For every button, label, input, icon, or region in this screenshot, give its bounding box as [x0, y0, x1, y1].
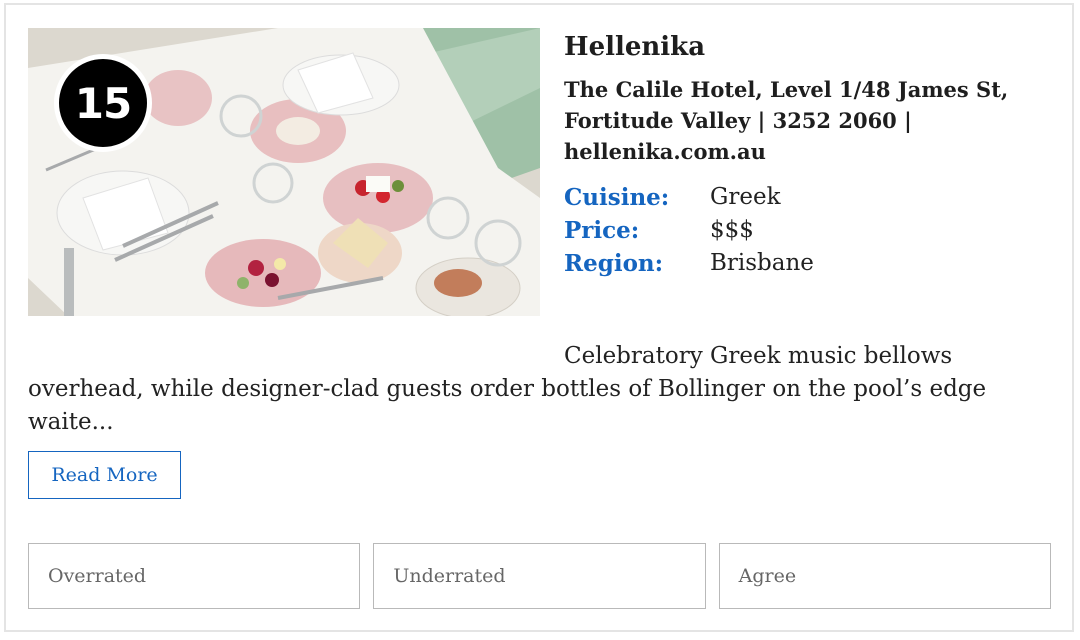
detail-cuisine-label: Cuisine: — [564, 184, 670, 211]
read-more-button[interactable]: Read More — [28, 451, 181, 499]
underrated-button[interactable]: Underrated — [373, 543, 706, 609]
detail-region-value: Brisbane — [710, 250, 814, 276]
restaurant-details: Cuisine: Greek Price: $$$ Region: Brisba… — [564, 181, 1034, 280]
detail-region-label: Region: — [564, 250, 664, 277]
restaurant-address: The Calile Hotel, Level 1/48 James St, F… — [564, 77, 1009, 164]
agree-button[interactable]: Agree — [718, 543, 1051, 609]
detail-cuisine-value: Greek — [710, 184, 781, 210]
detail-cuisine: Cuisine: Greek — [564, 181, 1034, 214]
detail-price-value: $$$ — [710, 217, 754, 243]
vote-options: Overrated Underrated Agree — [28, 543, 1051, 609]
overrated-button[interactable]: Overrated — [28, 543, 361, 609]
detail-price-label: Price: — [564, 217, 640, 244]
restaurant-blurb: Celebratory Greek music bellows overhead… — [28, 343, 987, 435]
restaurant-info: Hellenika The Calile Hotel, Level 1/48 J… — [564, 28, 1034, 280]
detail-price: Price: $$$ — [564, 214, 1034, 247]
detail-region: Region: Brisbane — [564, 247, 1034, 280]
rank-badge: 15 — [54, 54, 152, 152]
restaurant-name: Hellenika — [564, 32, 706, 62]
